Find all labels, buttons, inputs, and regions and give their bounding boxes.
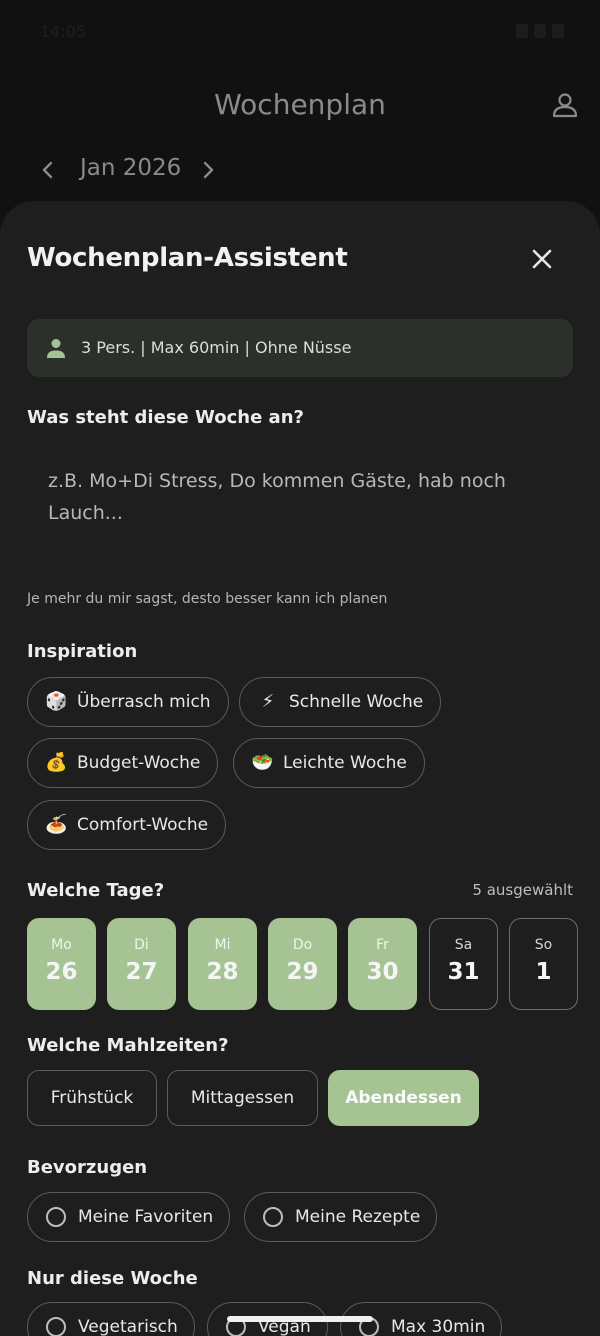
chip-light-week[interactable]: 🥗 Leichte Woche	[233, 738, 425, 788]
meal-breakfast-button[interactable]: Frühstück	[27, 1070, 157, 1126]
signal-icon	[534, 24, 546, 38]
app-header: Wochenplan	[0, 80, 600, 134]
chip-budget-week[interactable]: 💰 Budget-Woche	[27, 738, 219, 788]
option-label: Vegetarisch	[78, 1317, 178, 1336]
radio-circle-icon	[263, 1207, 283, 1227]
chip-label: Schnelle Woche	[289, 692, 424, 712]
lightning-icon: ⚡	[261, 691, 275, 712]
option-my-favorites[interactable]: Meine Favoriten	[27, 1192, 231, 1242]
option-label: Meine Favoriten	[78, 1207, 214, 1227]
day-mo[interactable]: Mo 26	[27, 918, 96, 1010]
day-name: Mi	[214, 937, 231, 953]
assistant-sheet: Wochenplan-Assistent 3 Pers. | Max 60min…	[0, 201, 600, 1336]
this-week-label: Nur diese Woche	[27, 1268, 198, 1289]
chip-comfort-week[interactable]: 🍝 Comfort-Woche	[27, 800, 227, 850]
preferences-summary[interactable]: 3 Pers. | Max 60min | Ohne Nüsse	[27, 319, 573, 377]
battery-icon	[516, 24, 528, 38]
page-title: Wochenplan	[214, 88, 386, 121]
day-name: Di	[134, 937, 149, 953]
meal-dinner-button[interactable]: Abendessen	[328, 1070, 479, 1126]
day-fr[interactable]: Fr 30	[348, 918, 417, 1010]
chip-quick-week[interactable]: ⚡ Schnelle Woche	[239, 677, 442, 727]
person-icon	[47, 339, 65, 358]
status-time: 14:05	[40, 22, 87, 41]
day-mi[interactable]: Mi 28	[188, 918, 257, 1010]
day-name: So	[534, 937, 553, 953]
question-label: Was steht diese Woche an?	[27, 407, 304, 428]
chip-label: Überrasch mich	[77, 692, 211, 712]
day-do[interactable]: Do 29	[268, 918, 337, 1010]
home-indicator	[227, 1316, 373, 1322]
day-name: Mo	[51, 937, 72, 953]
preferences-text: 3 Pers. | Max 60min | Ohne Nüsse	[81, 338, 352, 357]
radio-circle-icon	[46, 1317, 66, 1336]
day-number: 28	[206, 959, 239, 985]
profile-icon[interactable]	[550, 90, 580, 120]
close-icon[interactable]	[528, 245, 556, 273]
option-label: Max 30min	[391, 1317, 486, 1336]
days-selected-count: 5 ausgewählt	[472, 881, 573, 899]
option-vegetarian[interactable]: Vegetarisch	[27, 1302, 195, 1336]
chip-label: Leichte Woche	[283, 753, 407, 773]
chip-label: Budget-Woche	[77, 753, 201, 773]
salad-icon: 🥗	[251, 752, 274, 773]
day-name: Sa	[454, 937, 473, 953]
day-number: 26	[45, 959, 78, 985]
day-number: 31	[447, 959, 480, 985]
week-notes-placeholder: z.B. Mo+Di Stress, Do kommen Gäste, hab …	[48, 470, 506, 524]
week-notes-input[interactable]: z.B. Mo+Di Stress, Do kommen Gäste, hab …	[27, 439, 573, 559]
wifi-icon	[552, 24, 564, 38]
chip-label: Comfort-Woche	[77, 815, 209, 835]
day-selector: Mo 26 Di 27 Mi 28 Do 29 Fr 30 Sa 31 So 1	[27, 918, 600, 1010]
day-name: Do	[292, 937, 313, 953]
spaghetti-icon: 🍝	[45, 814, 68, 835]
day-so[interactable]: So 1	[509, 918, 578, 1010]
chevron-right-icon[interactable]	[196, 156, 220, 184]
month-navigation: Jan 2026	[0, 150, 600, 190]
sheet-title: Wochenplan-Assistent	[27, 243, 348, 273]
day-number: 30	[366, 959, 399, 985]
days-label: Welche Tage?	[27, 880, 165, 901]
day-number: 27	[125, 959, 158, 985]
dice-icon: 🎲	[45, 691, 68, 712]
status-icons	[516, 24, 564, 38]
option-my-recipes[interactable]: Meine Rezepte	[244, 1192, 438, 1242]
month-label: Jan 2026	[80, 155, 182, 181]
meal-lunch-button[interactable]: Mittagessen	[167, 1070, 318, 1126]
meals-label: Welche Mahlzeiten?	[27, 1035, 229, 1056]
day-sa[interactable]: Sa 31	[429, 918, 498, 1010]
inspiration-label: Inspiration	[27, 641, 138, 662]
radio-circle-icon	[46, 1207, 66, 1227]
option-label: Meine Rezepte	[295, 1207, 421, 1227]
money-bag-icon: 💰	[45, 752, 68, 773]
prefer-label: Bevorzugen	[27, 1157, 148, 1178]
chevron-left-icon[interactable]	[36, 156, 60, 184]
day-name: Fr	[376, 937, 389, 953]
day-number: 29	[286, 959, 319, 985]
hint-text: Je mehr du mir sagst, desto besser kann …	[27, 591, 388, 607]
day-number: 1	[535, 959, 552, 985]
status-bar: 14:05	[0, 0, 600, 64]
day-di[interactable]: Di 27	[107, 918, 176, 1010]
chip-surprise-me[interactable]: 🎲 Überrasch mich	[27, 677, 229, 727]
